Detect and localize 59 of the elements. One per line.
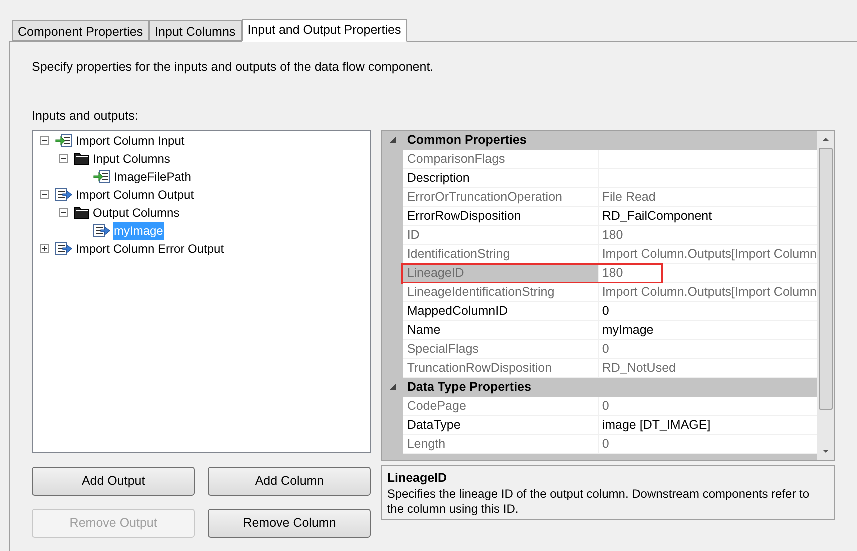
property-name[interactable]: TruncationRowDisposition (403, 358, 600, 376)
property-name[interactable]: LineageIdentificationString (403, 282, 600, 300)
property-value[interactable]: RD_FailComponent (599, 206, 817, 224)
property-value[interactable]: 0 (599, 434, 817, 452)
action-button[interactable]: Remove Column (208, 508, 372, 538)
description-title: LineageID (387, 470, 448, 487)
property-value[interactable]: myImage (599, 320, 817, 338)
property-value[interactable]: 180 (599, 264, 817, 282)
property-name[interactable]: Length (403, 434, 600, 452)
tree-item[interactable]: Import Column Error Output (75, 240, 226, 258)
arrow-into-list-icon (55, 134, 73, 148)
collapse-icon[interactable] (58, 154, 68, 163)
tree-item[interactable]: ImageFilePath (113, 168, 192, 186)
description-text: Specifies the lineage ID of the output column. Downstream components refer to the column using this ID. (387, 487, 811, 518)
tab[interactable]: Input Columns (149, 20, 242, 41)
tree-item[interactable]: Import Column Input (75, 132, 186, 150)
property-value[interactable]: 0 (599, 396, 817, 414)
property-name[interactable]: ID (403, 226, 600, 244)
tree-label: Inputs and outputs: (32, 108, 138, 125)
property-name[interactable]: DataType (403, 416, 600, 434)
action-button[interactable]: Add Output (32, 466, 196, 496)
tree-item[interactable]: Output Columns (92, 204, 181, 222)
tab[interactable]: Input and Output Properties (242, 19, 408, 42)
scroll-thumb[interactable] (818, 148, 832, 410)
property-value[interactable]: 0 (599, 340, 817, 358)
collapse-icon[interactable] (40, 136, 48, 145)
category-title: Common Properties (406, 132, 527, 149)
collapse-icon[interactable] (58, 208, 68, 217)
collapse-triangle-icon[interactable] (390, 384, 396, 390)
scrollbar[interactable] (817, 130, 834, 460)
tree-item[interactable]: Import Column Output (75, 186, 196, 204)
property-name[interactable]: IdentificationString (403, 244, 600, 262)
property-value[interactable]: Import Column.Outputs[Import Column (599, 282, 817, 300)
property-value[interactable]: Import Column.Outputs[Import Column (599, 244, 817, 262)
property-value[interactable]: 0 (599, 302, 817, 320)
folder-icon (74, 152, 90, 166)
category-title: Data Type Properties (406, 378, 532, 396)
list-arrow-out-icon (93, 224, 111, 238)
property-name[interactable]: Name (403, 320, 600, 338)
list-arrow-out-icon (55, 188, 73, 202)
property-name[interactable]: MappedColumnID (403, 302, 600, 320)
collapse-triangle-icon[interactable] (390, 137, 396, 143)
collapse-icon[interactable] (40, 190, 48, 199)
property-value[interactable]: File Read (599, 188, 817, 206)
instructions-text: Specify properties for the inputs and outputs of the data flow component. (32, 59, 434, 76)
property-name[interactable]: ErrorOrTruncationOperation (403, 188, 600, 206)
folder-icon (74, 206, 90, 220)
property-name[interactable]: ErrorRowDisposition (403, 206, 600, 224)
expand-icon[interactable] (40, 244, 48, 253)
list-arrow-out-icon (55, 242, 73, 256)
property-value[interactable]: 180 (599, 226, 817, 244)
arrow-into-list-icon (93, 170, 111, 184)
property-value[interactable]: RD_NotUsed (599, 358, 817, 376)
action-button[interactable]: Add Column (208, 466, 372, 496)
property-name[interactable]: CodePage (403, 396, 600, 414)
tab[interactable]: Component Properties (12, 20, 150, 41)
property-name[interactable]: SpecialFlags (403, 340, 600, 358)
tree-item[interactable]: Input Columns (92, 150, 172, 168)
property-value[interactable]: image [DT_IMAGE] (599, 416, 817, 434)
